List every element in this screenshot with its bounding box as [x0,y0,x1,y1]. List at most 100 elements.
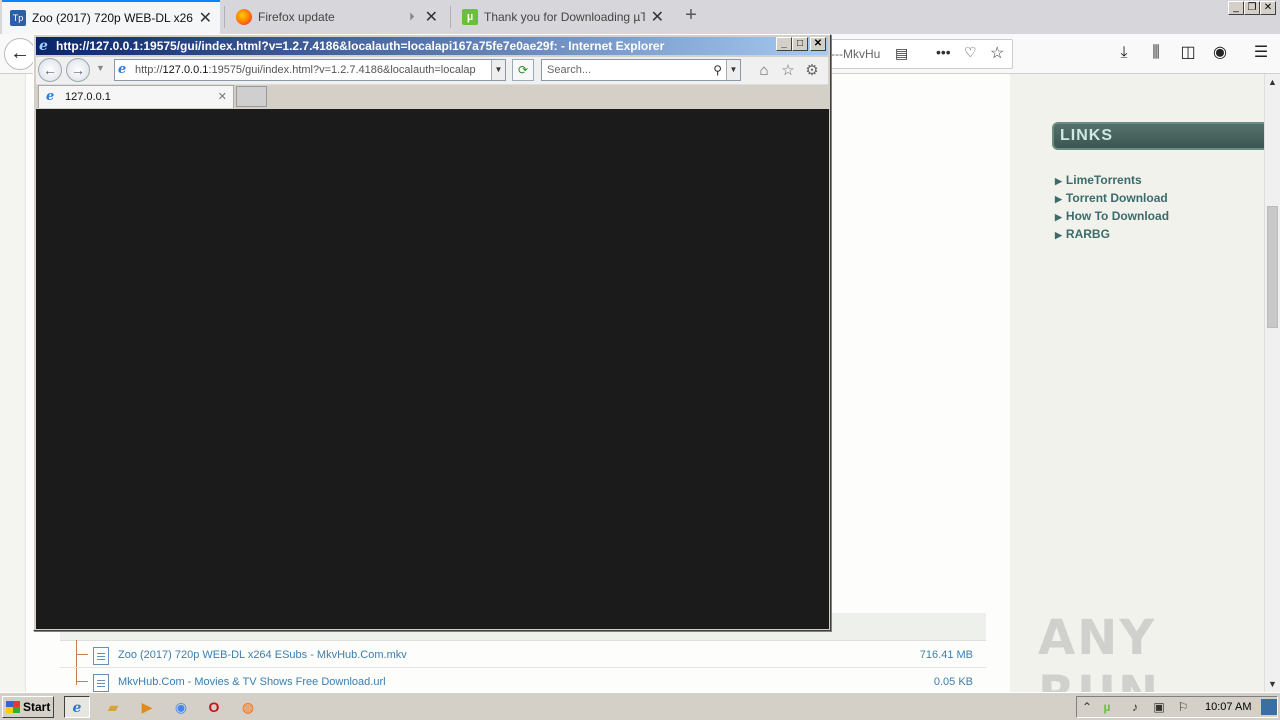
taskbar: Start e ▰ ▶ ◉ O ◍ ⌃ µ ♪ ▣ ⚐ 10:07 AM [0,692,1280,720]
system-tray: ⌃ µ ♪ ▣ ⚐ 10:07 AM [1076,696,1278,718]
ie-minimize-button[interactable]: _ [776,37,792,51]
file-icon [93,674,109,692]
ie-address-bar[interactable]: e http://127.0.0.1:19575/gui/index.html?… [114,59,506,81]
bullet-arrow-icon: ▶ [1055,230,1062,240]
file-icon [93,647,109,665]
opera-taskbar-icon[interactable]: O [201,696,227,718]
settings-gear-icon[interactable]: ⚙ [802,61,822,81]
firefox-taskbar-icon[interactable]: ◍ [235,696,261,718]
pocket-icon[interactable]: ♡ [964,44,977,61]
link-torrent-download[interactable]: ▶ Torrent Download [1055,191,1168,205]
close-icon[interactable]: ✕ [651,7,664,27]
reader-view-icon[interactable]: ▤ [895,45,908,62]
link-label: Torrent Download [1065,191,1168,205]
links-header: LINKS [1052,122,1264,150]
volume-icon[interactable]: ♪ [1127,699,1143,715]
ie-close-button[interactable]: ✕ [810,37,826,51]
ie-taskbar-icon[interactable]: e [64,696,90,718]
ie-window: e http://127.0.0.1:19575/gui/index.html?… [33,34,831,631]
favorites-star-icon[interactable]: ☆ [778,61,798,81]
ie-tab-localhost[interactable]: e 127.0.0.1 ✕ [38,85,234,108]
network-icon[interactable]: ▣ [1151,699,1167,715]
ie-page-icon: e [118,62,127,77]
link-limetorrents[interactable]: ▶ LimeTorrents [1055,173,1142,187]
file-size: 0.05 KB [933,676,973,688]
ie-search-box[interactable]: Search... ⚲ ▼ [541,59,741,81]
address-dropdown-icon[interactable]: ▼ [491,60,505,80]
link-label: LimeTorrents [1065,173,1142,187]
ie-title-bar[interactable]: e http://127.0.0.1:19575/gui/index.html?… [36,37,828,55]
ie-page-icon: e [46,89,55,104]
windows-logo-icon [6,701,20,713]
ie-tab-strip: e 127.0.0.1 ✕ [36,85,828,109]
chrome-taskbar-icon[interactable]: ◉ [168,696,194,718]
tab-separator [450,6,451,28]
library-icon[interactable]: ⫼ [1145,42,1167,64]
restore-button[interactable]: ❐ [1244,1,1260,15]
tab-utorrent[interactable]: µ Thank you for Downloading µTorr ✕ [454,0,672,34]
scroll-thumb[interactable] [1267,206,1278,328]
search-dropdown-icon[interactable]: ▼ [726,60,740,80]
close-window-button[interactable]: ✕ [1260,1,1276,15]
show-hidden-icons-icon[interactable]: ⌃ [1079,699,1095,715]
tab-separator [224,6,225,28]
start-label: Start [23,700,51,714]
sidebar-icon[interactable]: ◫ [1177,42,1199,64]
ie-title-text: http://127.0.0.1:19575/gui/index.html?v=… [56,39,665,53]
action-center-flag-icon[interactable]: ⚐ [1175,699,1191,715]
clock[interactable]: 10:07 AM [1205,701,1251,713]
file-row[interactable]: Zoo (2017) 720p WEB-DL x264 ESubs - MkvH… [60,642,986,668]
bookmark-star-icon[interactable]: ☆ [990,43,1004,63]
explorer-taskbar-icon[interactable]: ▰ [100,696,126,718]
file-name[interactable]: Zoo (2017) 720p WEB-DL x264 ESubs - MkvH… [118,649,407,661]
account-icon[interactable]: ◉ [1209,42,1231,64]
page-scrollbar[interactable]: ▲ ▼ [1264,74,1280,692]
show-desktop-icon[interactable] [1261,699,1277,715]
link-how-to-download[interactable]: ▶ How To Download [1055,209,1169,223]
link-rarbg[interactable]: ▶ RARBG [1055,227,1110,241]
ie-tab-label: 127.0.0.1 [65,91,111,103]
bullet-arrow-icon: ▶ [1055,194,1062,204]
site-favicon-icon: Tp [10,10,26,26]
ie-toolbar: ← → ▼ e http://127.0.0.1:19575/gui/index… [36,57,828,85]
close-icon[interactable]: ✕ [218,86,227,108]
ie-content-area[interactable] [36,109,829,629]
search-icon[interactable]: ⚲ [713,60,722,80]
address-path: :19575/gui/index.html?v=1.2.7.4186&local… [208,64,476,76]
start-button[interactable]: Start [2,696,54,718]
ie-logo-icon: e [39,38,48,54]
history-dropdown-icon[interactable]: ▼ [96,63,105,73]
right-column [1010,74,1264,692]
utorrent-icon: µ [462,9,478,25]
home-icon[interactable]: ⌂ [754,61,774,81]
file-name[interactable]: MkvHub.Com - Movies & TV Shows Free Down… [118,676,386,688]
tab-firefox-update[interactable]: Firefox update ⏵ ✕ [228,0,446,34]
url-text: ---MkvHu [831,47,881,61]
tab-label: Firefox update [258,10,335,24]
new-tab-button[interactable]: + [680,4,702,28]
utorrent-tray-icon[interactable]: µ [1099,699,1115,715]
bullet-arrow-icon: ▶ [1055,176,1062,186]
link-label: RARBG [1065,227,1110,241]
ie-back-button[interactable]: ← [38,58,62,82]
bullet-arrow-icon: ▶ [1055,212,1062,222]
play-icon[interactable]: ⏵ [409,11,415,24]
address-host: 127.0.0.1 [162,64,209,76]
media-player-taskbar-icon[interactable]: ▶ [134,696,160,718]
ie-refresh-button[interactable]: ⟳ [512,59,534,81]
back-button[interactable]: ← [4,38,36,70]
ie-forward-button[interactable]: → [66,58,90,82]
scroll-up-icon[interactable]: ▲ [1265,74,1280,90]
ie-maximize-button[interactable]: □ [792,37,808,51]
menu-icon[interactable]: ☰ [1250,42,1272,64]
ie-new-tab-button[interactable] [236,86,267,107]
downloads-icon[interactable]: ⤓ [1113,42,1135,64]
close-icon[interactable]: ✕ [425,7,438,27]
address-prefix: http:// [135,64,163,76]
tab-label: Zoo (2017) 720p WEB-DL x264 ES [32,11,193,25]
more-actions-icon[interactable]: ••• [936,44,951,60]
file-size: 716.41 MB [919,649,973,661]
close-icon[interactable]: ✕ [199,8,212,28]
minimize-button[interactable]: _ [1228,1,1244,15]
tab-zoo-torrent[interactable]: Tp Zoo (2017) 720p WEB-DL x264 ES ✕ [2,0,220,34]
